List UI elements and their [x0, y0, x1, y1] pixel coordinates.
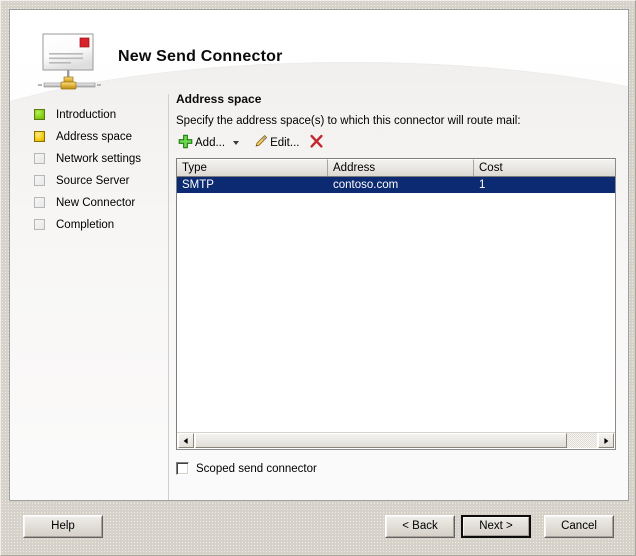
scrollbar-thumb[interactable] [195, 433, 567, 448]
step-status-icon-address-space [34, 131, 45, 142]
cell-cost: 1 [479, 179, 486, 191]
green-plus-icon [178, 134, 193, 152]
sidebar-divider [168, 94, 169, 500]
cell-address: contoso.com [333, 179, 399, 191]
table-row[interactable]: SMTP contoso.com 1 [177, 177, 615, 193]
step-label-new-connector: New Connector [56, 197, 136, 209]
edit-button-label: Edit... [270, 137, 300, 149]
cancel-button-label: Cancel [545, 516, 613, 537]
scoped-send-connector-label: Scoped send connector [196, 462, 317, 475]
content-area: Address space Specify the address space(… [176, 92, 622, 475]
table-header-row: Type Address Cost [177, 159, 615, 177]
page-title: New Send Connector [118, 48, 283, 65]
column-header-address[interactable]: Address [328, 159, 474, 176]
arrow-left-icon[interactable] [178, 433, 194, 448]
next-button[interactable]: Next > [461, 515, 531, 538]
back-button-label: < Back [386, 516, 454, 537]
help-button-label: Help [24, 516, 102, 537]
scoped-send-connector-row[interactable]: Scoped send connector [176, 462, 622, 475]
chevron-down-icon[interactable] [233, 141, 240, 145]
step-completion: Completion [34, 214, 169, 236]
edit-button[interactable]: Edit... [251, 133, 301, 153]
wizard-steps: Introduction Address space Network setti… [34, 104, 169, 236]
step-label-source-server: Source Server [56, 175, 130, 187]
back-button[interactable]: < Back [385, 515, 455, 538]
step-address-space: Address space [34, 126, 169, 148]
column-header-type[interactable]: Type [177, 159, 328, 176]
step-source-server: Source Server [34, 170, 169, 192]
scoped-send-connector-checkbox[interactable] [176, 462, 189, 475]
step-status-icon-source-server [34, 175, 45, 186]
wizard-panel: New Send Connector Introduction Address … [9, 9, 629, 501]
step-label-network-settings: Network settings [56, 153, 142, 165]
instruction-text: Specify the address space(s) to which th… [176, 115, 521, 127]
arrow-right-icon[interactable] [598, 433, 614, 448]
step-network-settings: Network settings [34, 148, 169, 170]
step-status-icon-introduction [34, 109, 45, 120]
pencil-icon [253, 134, 268, 152]
new-send-connector-dialog: New Send Connector Introduction Address … [0, 0, 636, 556]
section-title: Address space [176, 92, 262, 106]
cancel-button[interactable]: Cancel [544, 515, 614, 538]
step-label-introduction: Introduction [56, 109, 117, 121]
scrollbar-track[interactable] [195, 433, 597, 448]
column-header-cost[interactable]: Cost [474, 159, 615, 176]
step-new-connector: New Connector [34, 192, 169, 214]
step-status-icon-completion [34, 219, 45, 230]
step-label-completion: Completion [56, 219, 115, 231]
help-button[interactable]: Help [23, 515, 103, 538]
step-label-address-space: Address space [56, 131, 133, 143]
address-space-list[interactable]: Type Address Cost SMTP contoso.com 1 [176, 158, 616, 450]
step-status-icon-network-settings [34, 153, 45, 164]
remove-button[interactable] [307, 133, 326, 153]
red-x-icon [309, 134, 324, 152]
add-button-label: Add... [195, 137, 226, 149]
cell-type: SMTP [182, 179, 214, 191]
step-status-icon-new-connector [34, 197, 45, 208]
next-button-label: Next > [463, 517, 529, 536]
step-introduction: Introduction [34, 104, 169, 126]
horizontal-scrollbar[interactable] [177, 432, 615, 449]
send-connector-icon [37, 29, 103, 97]
add-button[interactable]: Add... [176, 133, 227, 153]
address-space-toolbar: Add... Edit... [176, 132, 622, 154]
